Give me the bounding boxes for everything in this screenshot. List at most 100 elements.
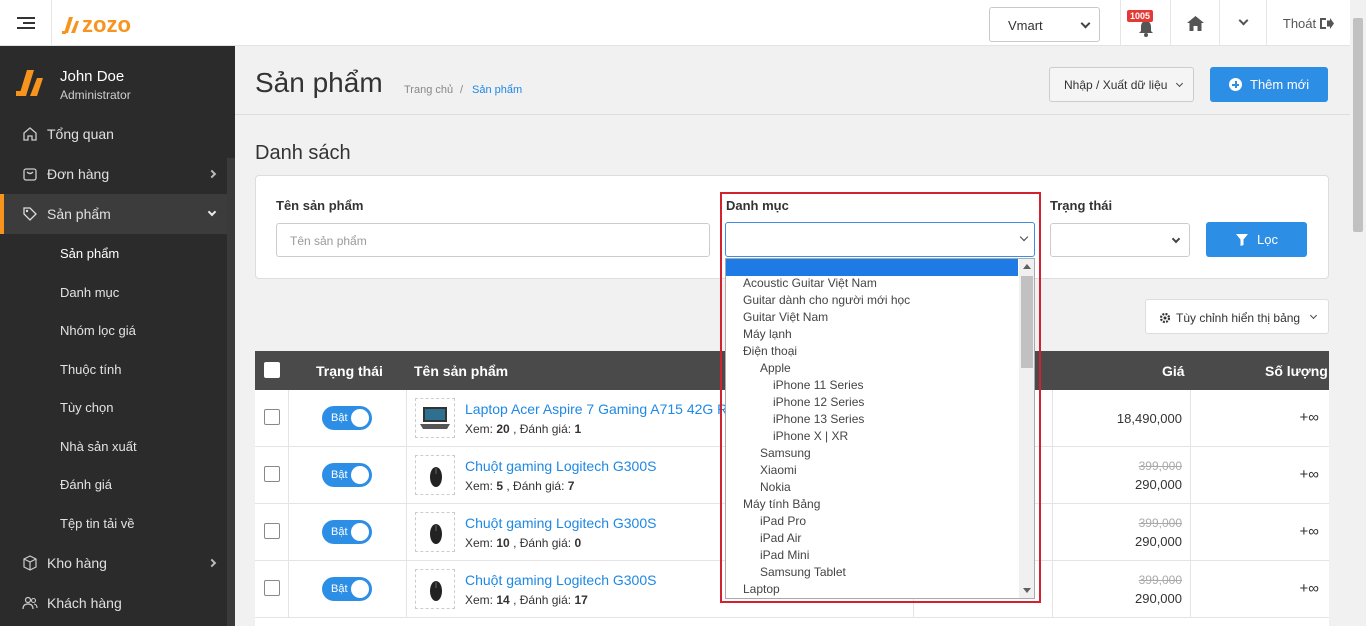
product-price: 290,000 [1135,591,1182,606]
laptop-icon [420,407,450,429]
toggle-label: Bật [331,469,348,481]
customize-table-label: Tùy chỉnh hiển thị bảng [1176,311,1301,325]
sidebar-subitem-products[interactable]: Sản phẩm [60,246,119,261]
category-option[interactable]: Samsung Tablet [760,565,846,579]
category-option[interactable]: Máy tính Bảng [743,497,820,511]
category-option[interactable]: Guitar dành cho người mới học [743,293,910,307]
product-name-link[interactable]: Chuột gaming Logitech G300S [465,515,656,531]
scroll-up-icon[interactable] [1023,264,1031,269]
status-select[interactable] [1050,223,1190,257]
category-option-empty[interactable] [726,259,1018,276]
product-thumbnail[interactable] [415,512,455,552]
sidebar-subitem-manufacturers[interactable]: Nhà sản xuất [60,439,137,454]
store-select[interactable]: Vmart [989,7,1100,42]
product-meta: Xem: 5 , Đánh giá: 7 [465,479,575,493]
sidebar-item-inventory[interactable]: Kho hàng [0,543,227,583]
row-checkbox[interactable] [264,409,280,425]
dropdown-scroll-thumb[interactable] [1021,276,1033,368]
sidebar-item-orders[interactable]: Đơn hàng [0,154,227,194]
row-checkbox[interactable] [264,523,280,539]
window-scroll-thumb[interactable] [1353,18,1363,232]
funnel-icon [1236,234,1248,246]
chevron-down-icon [207,207,217,217]
category-option[interactable]: iPhone X | XR [773,429,848,443]
hamburger-icon [16,17,35,29]
product-old-price: 399,000 [1138,516,1182,530]
notifications-button[interactable] [1120,0,1170,46]
status-toggle[interactable]: Bật [322,520,372,544]
category-option[interactable]: Xiaomi [760,463,797,477]
row-checkbox[interactable] [264,466,280,482]
product-name-link[interactable]: Chuột gaming Logitech G300S [465,458,656,474]
customize-table-button[interactable]: Tùy chỉnh hiển thị bảng [1145,299,1329,334]
chevron-down-icon [1175,79,1184,88]
breadcrumb-home[interactable]: Trang chủ [404,84,453,96]
chevron-right-icon [207,169,217,179]
status-toggle[interactable]: Bật [322,406,372,430]
sidebar-item-products[interactable]: Sản phẩm [0,194,227,234]
status-toggle[interactable]: Bật [322,463,372,487]
header-name: Tên sản phẩm [414,363,509,379]
sidebar-item-customers[interactable]: Khách hàng [0,583,227,623]
toggle-label: Bật [331,583,348,595]
menu-toggle-button[interactable] [0,0,52,46]
scroll-down-icon[interactable] [1023,588,1031,593]
category-option[interactable]: iPad Mini [760,548,809,562]
sidebar-subitem-downloads[interactable]: Tệp tin tải về [60,516,134,531]
product-old-price: 399,000 [1138,459,1182,473]
select-all-checkbox[interactable] [264,362,280,378]
category-option[interactable]: Samsung [760,446,811,460]
category-option[interactable]: iPad Air [760,531,801,545]
breadcrumb-current[interactable]: Sản phẩm [472,84,522,96]
chevron-down-icon [1309,311,1318,320]
import-export-button[interactable]: Nhập / Xuất dữ liệu [1049,67,1194,102]
toggle-label: Bật [331,526,348,538]
product-name-link[interactable]: Chuột gaming Logitech G300S [465,572,656,588]
status-toggle[interactable]: Bật [322,577,372,601]
cart-icon [23,168,37,181]
product-name-link[interactable]: Laptop Acer Aspire 7 Gaming A715 42G R [465,401,727,417]
category-option[interactable]: Nokia [760,480,791,494]
add-new-button[interactable]: Thêm mới [1210,67,1328,102]
header-qty: Số lượng [1265,363,1328,379]
category-option[interactable]: Apple [760,361,791,375]
product-price: 290,000 [1135,477,1182,492]
sidebar-subitem-options[interactable]: Tùy chọn [60,400,113,415]
product-thumbnail[interactable] [415,569,455,609]
row-checkbox[interactable] [264,580,280,596]
sidebar-subitem-attributes[interactable]: Thuộc tính [60,362,121,377]
category-option[interactable]: iPhone 12 Series [773,395,864,409]
product-qty: +∞ [1299,580,1319,597]
sidebar-subitem-reviews[interactable]: Đánh giá [60,477,112,492]
dropdown-scrollbar[interactable] [1019,259,1034,598]
filter-button-label: Lọc [1257,232,1278,247]
product-meta: Xem: 14 , Đánh giá: 17 [465,593,588,607]
category-option[interactable]: iPad Pro [760,514,806,528]
product-name-input[interactable]: Tên sản phẩm [276,223,710,257]
category-dropdown-list[interactable]: Acoustic Guitar Việt Nam Guitar dành cho … [725,258,1035,599]
user-menu-button[interactable] [1219,0,1266,46]
sidebar-scrollbar[interactable] [227,158,235,626]
logout-button[interactable]: Thoát [1266,0,1350,46]
filter-button[interactable]: Lọc [1206,222,1307,257]
window-scrollbar[interactable] [1350,0,1366,626]
product-thumbnail[interactable] [415,455,455,495]
category-option[interactable]: Laptop [743,582,780,596]
logo[interactable]: zozo [62,12,131,38]
home-button[interactable] [1170,0,1219,46]
category-option[interactable]: iPhone 11 Series [773,378,864,392]
sidebar-item-overview[interactable]: Tổng quan [0,114,227,154]
category-option[interactable]: Guitar Việt Nam [743,310,828,324]
product-meta: Xem: 20 , Đánh giá: 1 [465,422,582,436]
user-profile[interactable]: John Doe Administrator [0,46,235,114]
header-price: Giá [1162,363,1185,379]
product-thumbnail[interactable] [415,398,455,438]
chevron-down-icon [1019,232,1029,242]
category-option[interactable]: Điện thoại [743,344,797,358]
sidebar-subitem-price-groups[interactable]: Nhóm lọc giá [60,323,136,338]
category-option[interactable]: Acoustic Guitar Việt Nam [743,276,877,290]
sidebar-subitem-categories[interactable]: Danh mục [60,285,119,300]
category-select[interactable] [725,222,1035,257]
category-option[interactable]: iPhone 13 Series [773,412,864,426]
category-option[interactable]: Máy lạnh [743,327,792,341]
